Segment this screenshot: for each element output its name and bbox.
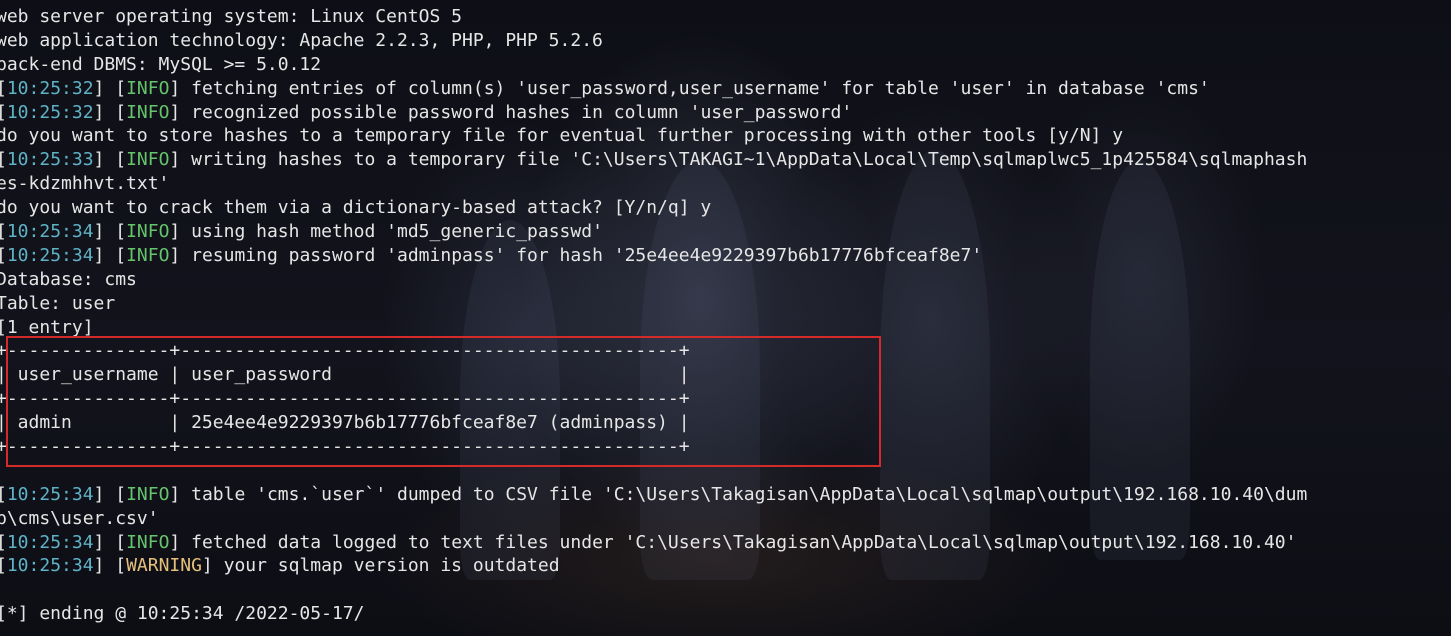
bracket: [ [0,78,7,99]
log-line: [10:25:32] [INFO] recognized possible pa… [0,101,1451,125]
output-line: p\cms\user.csv' [0,507,159,529]
bracket: ] [169,221,181,243]
bracket: [ [0,149,7,170]
bracket: [ [0,555,7,576]
output-line: es-kdzmhhvt.txt' [0,173,170,195]
log-line: [10:25:32] [INFO] fetching entries of co… [0,77,1451,101]
log-line: [10:25:34] [INFO] resuming password 'adm… [0,244,1451,268]
output-line: back-end DBMS: MySQL >= 5.0.12 [0,53,322,75]
bracket: ] [ [93,244,127,266]
bracket: ] [ [93,483,127,505]
output-line: web application technology: Apache 2.2.3… [0,29,603,51]
log-level: INFO [126,244,170,266]
log-line: [10:25:33] [INFO] writing hashes to a te… [0,148,1451,172]
log-timestamp: 10:25:34 [6,555,94,577]
output-line: do you want to crack them via a dictiona… [0,197,712,219]
bracket: ] [ [93,77,127,99]
log-timestamp: 10:25:34 [6,483,94,505]
log-level: INFO [126,77,170,99]
log-message: resuming password 'adminpass' for hash '… [180,244,983,266]
log-timestamp: 10:25:34 [6,531,94,553]
terminal-output[interactable]: web server operating system: Linux CentO… [0,5,1451,626]
log-level: INFO [126,531,170,553]
log-message: fetched data logged to text files under … [180,531,1297,553]
output-line: web server operating system: Linux CentO… [0,6,462,27]
bracket: ] [ [93,149,127,171]
log-message: recognized possible password hashes in c… [180,101,853,123]
output-line: [*] ending @ 10:25:34 /2022-05-17/ [0,603,365,625]
bracket: ] [169,531,181,553]
log-level: INFO [126,483,170,505]
bracket: ] [ [93,555,127,577]
bracket: ] [169,101,181,123]
log-timestamp: 10:25:34 [6,221,94,243]
bracket: ] [ [93,531,127,553]
log-line: [10:25:34] [WARNING] your sqlmap version… [0,554,1451,578]
log-timestamp: 10:25:32 [6,101,94,123]
bracket: ] [169,244,181,266]
output-line: Table: user [0,292,116,314]
log-line: [10:25:34] [INFO] table 'cms.`user`' dum… [0,483,1451,507]
log-timestamp: 10:25:32 [6,77,94,99]
log-timestamp: 10:25:33 [6,149,94,171]
bracket: [ [0,532,7,553]
output-line: Database: cms [0,268,137,290]
bracket: ] [169,77,181,99]
result-table-highlight-box [6,336,881,467]
log-line: [10:25:34] [INFO] using hash method 'md5… [0,220,1451,244]
bracket: ] [ [93,221,127,243]
log-message: writing hashes to a temporary file 'C:\U… [180,149,1308,171]
bracket: ] [169,483,181,505]
log-timestamp: 10:25:34 [6,244,94,266]
bracket: ] [169,149,181,171]
bracket: [ [0,221,7,242]
log-level: INFO [126,221,170,243]
log-message: table 'cms.`user`' dumped to CSV file 'C… [180,483,1308,505]
log-level: INFO [126,149,170,171]
log-message: fetching entries of column(s) 'user_pass… [180,77,1210,99]
log-line: [10:25:34] [INFO] fetched data logged to… [0,531,1451,555]
bracket: [ [0,484,7,505]
bracket: [ [0,245,7,266]
bracket: [ [0,102,7,123]
log-message: your sqlmap version is outdated [212,555,560,577]
output-line: do you want to store hashes to a tempora… [0,125,1124,147]
log-message: using hash method 'md5_generic_passwd' [180,221,603,243]
bracket: ] [201,555,213,577]
bracket: ] [ [93,101,127,123]
log-level: INFO [126,101,170,123]
log-level: WARNING [126,555,202,577]
